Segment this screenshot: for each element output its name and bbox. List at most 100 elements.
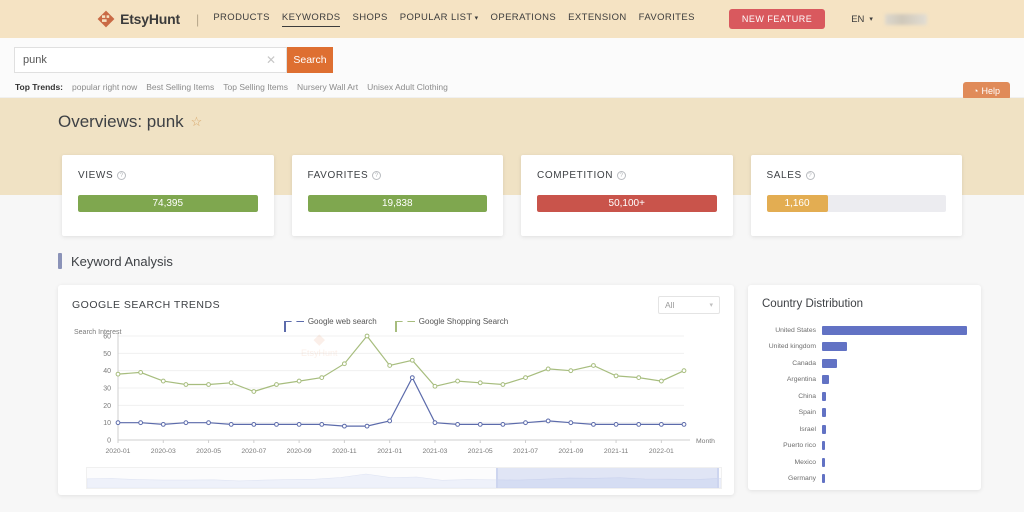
legend-marker-icon <box>283 321 304 332</box>
language-selector[interactable]: EN ▾ <box>851 14 873 25</box>
svg-text:10: 10 <box>103 420 111 427</box>
nav-link-favorites[interactable]: FAVORITES <box>639 12 695 26</box>
country-row: Mexico <box>762 454 967 471</box>
legend-item-shopping-search[interactable]: Google Shopping Search <box>394 317 508 332</box>
metric-card-views: VIEWS ? 74,395 <box>62 155 274 236</box>
metric-cards: VIEWS ? 74,395 FAVORITES ? 19,838 COMPET… <box>0 155 1024 236</box>
metric-card-sales: SALES ? 1,160 <box>750 155 962 236</box>
nav-link-shops[interactable]: SHOPS <box>352 12 387 26</box>
trends-panel-title: GOOGLE SEARCH TRENDS <box>72 299 221 311</box>
metric-card-label: COMPETITION ? <box>537 170 717 181</box>
metric-bar-fill: 50,100+ <box>537 195 717 212</box>
trend-item[interactable]: popular right now <box>72 82 137 92</box>
nav-link-products[interactable]: PRODUCTS <box>213 12 270 26</box>
series-filter-value: All <box>665 300 675 310</box>
country-row: United States <box>762 322 967 339</box>
country-row: Puerto rico <box>762 438 967 455</box>
svg-text:2020-11: 2020-11 <box>332 448 357 455</box>
country-row: Argentina <box>762 372 967 389</box>
metric-card-label: FAVORITES ? <box>308 170 488 181</box>
svg-text:2021-07: 2021-07 <box>513 448 538 455</box>
metric-bar-fill: 1,160 <box>766 195 828 212</box>
legend-label: Google web search <box>307 317 377 326</box>
logo[interactable]: EtsyHunt <box>97 10 180 28</box>
metric-value: 1,160 <box>784 198 810 209</box>
logo-text: EtsyHunt <box>120 11 180 27</box>
star-outline-icon[interactable]: ☆ <box>191 114 203 130</box>
country-bar <box>822 325 967 335</box>
help-tooltip-icon[interactable]: ? <box>805 171 815 180</box>
svg-text:60: 60 <box>103 334 111 341</box>
trend-item[interactable]: Best Selling Items <box>146 82 214 92</box>
metric-bar-fill: 19,838 <box>307 195 487 212</box>
country-name: United States <box>775 326 816 334</box>
svg-text:50: 50 <box>103 351 111 358</box>
svg-text:2020-03: 2020-03 <box>151 448 176 455</box>
series-filter-select[interactable]: All ▾ <box>658 296 720 314</box>
country-name: Mexico <box>794 458 816 466</box>
search-button[interactable]: Search <box>287 47 333 73</box>
country-name: Canada <box>792 359 816 367</box>
nav-link-extension[interactable]: EXTENSION <box>568 12 627 26</box>
country-row: United kingdom <box>762 339 967 356</box>
country-name: Spain <box>798 409 816 417</box>
search-input[interactable] <box>23 54 264 66</box>
nav-link-popular-list-label: POPULAR LIST <box>399 12 473 23</box>
country-name: China <box>798 392 816 400</box>
svg-text:2020-01: 2020-01 <box>106 448 131 455</box>
nav-link-operations[interactable]: OPERATIONS <box>491 12 557 26</box>
svg-text:2020-05: 2020-05 <box>196 448 221 455</box>
metric-label-text: COMPETITION <box>537 170 614 181</box>
google-search-trends-panel: GOOGLE SEARCH TRENDS All ▾ Google web se… <box>58 285 734 495</box>
metric-label-text: SALES <box>766 170 802 181</box>
etsyhunt-logo-icon <box>97 10 115 28</box>
metric-bar-track: 74,395 <box>78 195 258 212</box>
keyword-analysis-heading: Keyword Analysis <box>58 253 173 269</box>
country-name: Puerto rico <box>783 442 816 450</box>
country-name: Argentina <box>786 376 816 384</box>
help-tooltip-icon[interactable]: ? <box>617 171 627 180</box>
new-feature-button[interactable]: NEW FEATURE <box>728 9 826 29</box>
page-title-text: Overviews: punk <box>58 112 184 131</box>
metric-bar-track: 1,160 <box>766 195 946 212</box>
country-bar <box>822 441 825 451</box>
search-input-wrapper: ✕ <box>14 47 287 73</box>
top-trends-label: Top Trends: <box>15 82 64 92</box>
trend-item[interactable]: Nursery Wall Art <box>297 82 358 92</box>
help-button-label: Help <box>981 86 1000 96</box>
svg-text:2021-11: 2021-11 <box>604 448 629 455</box>
country-row: Israel <box>762 421 967 438</box>
nav-links: PRODUCTS KEYWORDS SHOPS POPULAR LIST ▾ OP… <box>213 12 695 27</box>
metric-value: 19,838 <box>381 198 413 209</box>
legend-item-web-search[interactable]: Google web search <box>283 317 377 332</box>
svg-text:2021-01: 2021-01 <box>377 448 402 455</box>
help-tooltip-icon[interactable]: ? <box>117 171 127 180</box>
metric-card-competition: COMPETITION ? 50,100+ <box>521 155 733 236</box>
section-title: Keyword Analysis <box>71 253 173 269</box>
country-bar <box>822 391 827 401</box>
chevron-down-icon: ▾ <box>869 16 873 23</box>
trend-item[interactable]: Top Selling Items <box>223 82 288 92</box>
chart-range-slider[interactable] <box>86 467 722 489</box>
footer-strip <box>0 500 1024 512</box>
range-slider-window[interactable] <box>495 468 720 488</box>
account-badge-redacted[interactable] <box>884 13 927 25</box>
country-bar <box>822 358 837 368</box>
country-row: Spain <box>762 405 967 422</box>
help-tooltip-icon[interactable]: ? <box>372 171 382 180</box>
nav-link-popular-list[interactable]: POPULAR LIST ▾ <box>400 12 479 26</box>
svg-text:20: 20 <box>103 403 111 410</box>
country-bar <box>822 424 827 434</box>
metric-value: 74,395 <box>152 198 184 209</box>
country-name: Israel <box>799 425 816 433</box>
close-icon[interactable]: ✕ <box>264 54 278 66</box>
analysis-panels: GOOGLE SEARCH TRENDS All ▾ Google web se… <box>58 285 981 495</box>
country-row: Canada <box>762 355 967 372</box>
country-bar <box>822 457 825 467</box>
country-bar-list: United States United kingdom Canada Argenti… <box>762 322 967 487</box>
country-row: Germany <box>762 471 967 488</box>
nav-divider: | <box>195 11 200 27</box>
trend-item[interactable]: Unisex Adult Clothing <box>367 82 448 92</box>
svg-text:2021-05: 2021-05 <box>468 448 493 455</box>
nav-link-keywords[interactable]: KEYWORDS <box>281 12 341 27</box>
